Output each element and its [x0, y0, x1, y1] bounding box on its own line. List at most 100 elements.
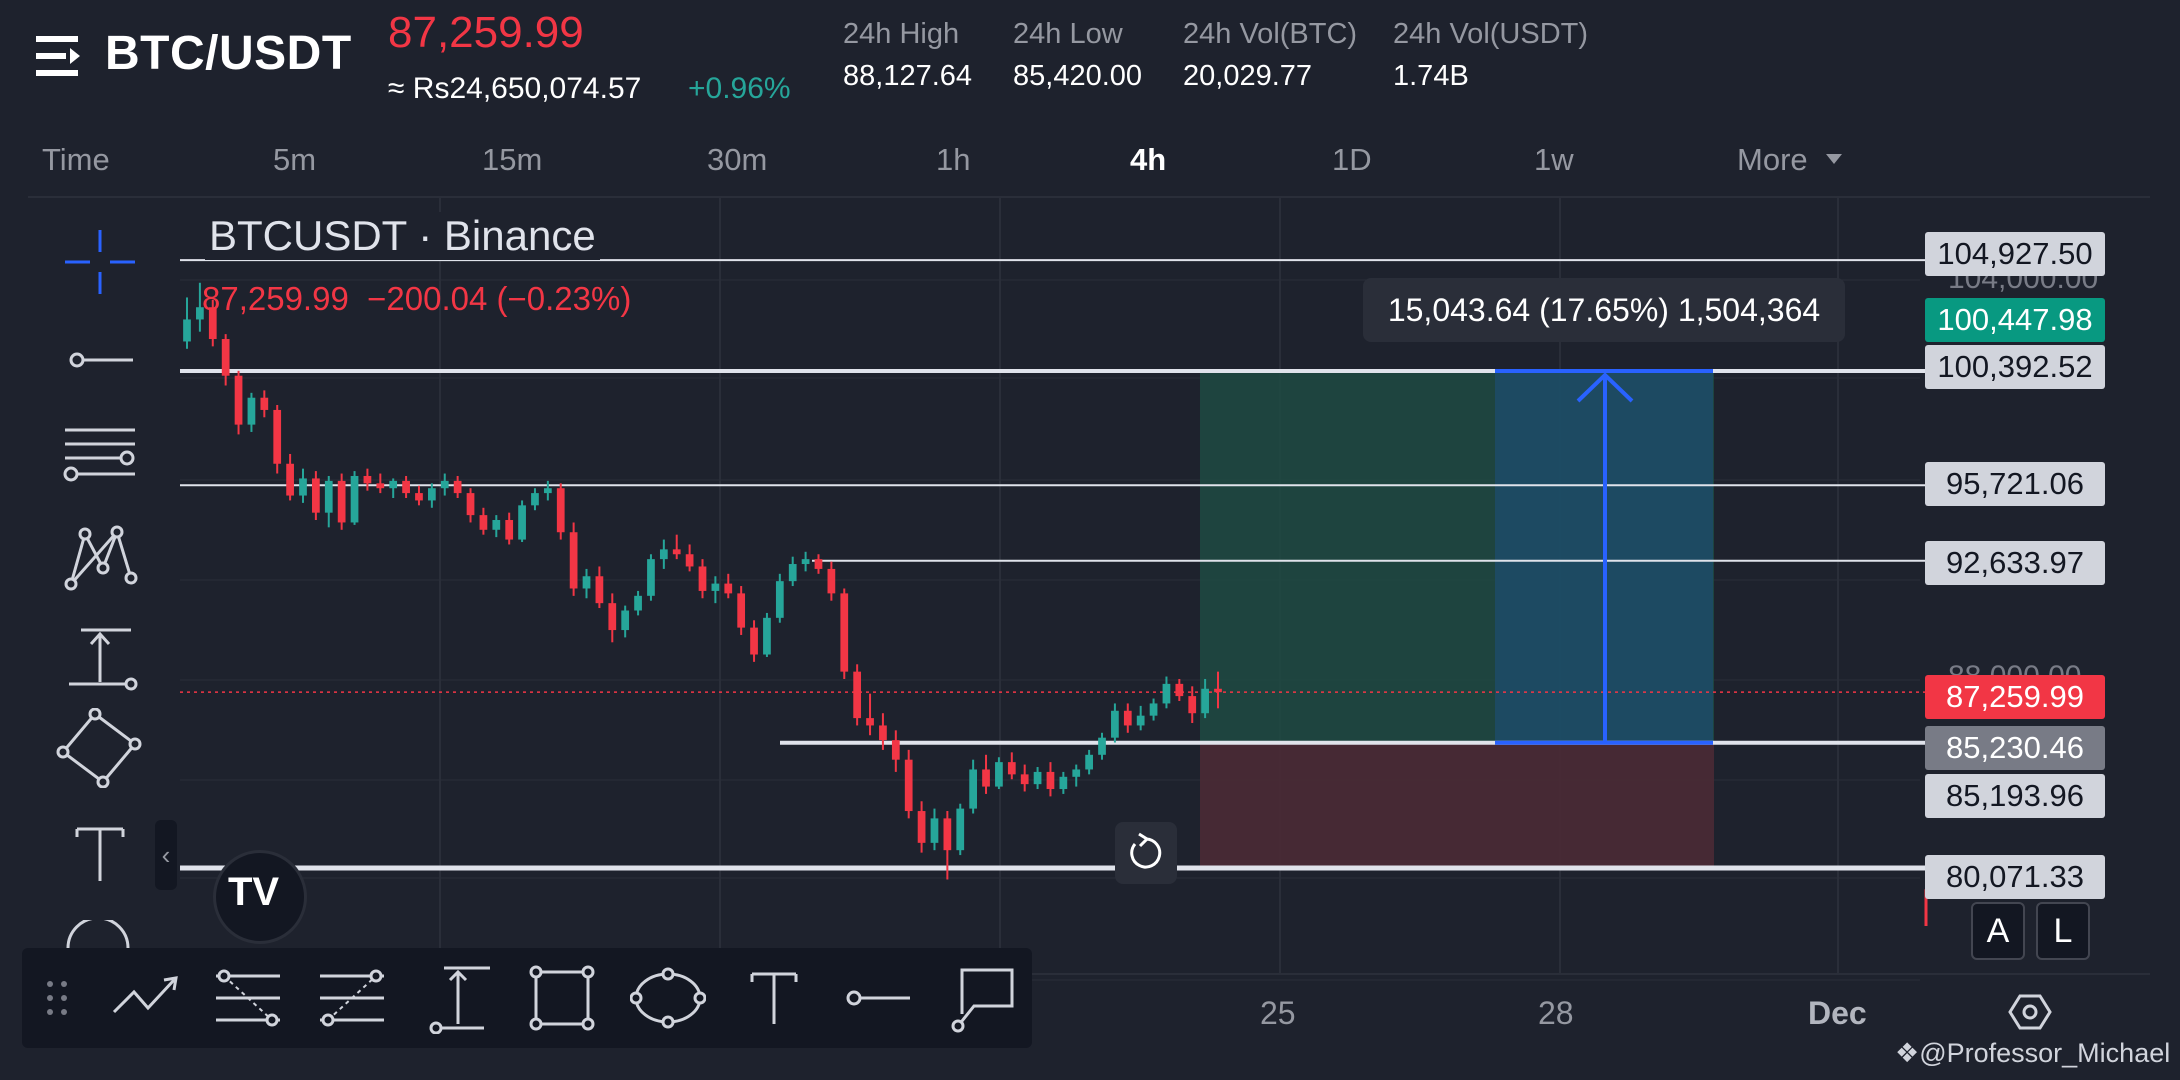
candle-body — [1033, 771, 1042, 785]
candle-body — [1059, 776, 1068, 790]
tab-1d[interactable]: 1D — [1332, 142, 1372, 178]
candle-body — [956, 808, 965, 851]
candle-body — [1123, 710, 1132, 726]
price-label-92633[interactable]: 92,633.97 — [1925, 541, 2105, 585]
candle-body — [427, 488, 436, 501]
candle-body — [1072, 769, 1081, 777]
last-price: 87,259.99 — [388, 8, 584, 57]
candle-body — [724, 583, 733, 594]
settings-icon[interactable] — [2008, 990, 2052, 1034]
drag-handle-icon[interactable] — [44, 978, 70, 1018]
ellipse-icon[interactable] — [630, 962, 706, 1034]
candle-body — [1007, 762, 1016, 775]
candle-body — [917, 811, 926, 843]
date-label: 28 — [1538, 995, 1574, 1031]
change-percent: +0.96% — [688, 72, 791, 105]
candle-body — [647, 559, 655, 596]
emoji-icon[interactable] — [64, 920, 132, 948]
candle-body — [775, 581, 784, 618]
stat-label-low: 24h Low — [1013, 18, 1123, 50]
tab-1w[interactable]: 1w — [1534, 142, 1574, 178]
rotated-rectangle-icon[interactable] — [55, 708, 145, 788]
candle-body — [556, 488, 565, 533]
text-tool-icon[interactable] — [736, 962, 812, 1034]
price-label-85230[interactable]: 85,230.46 — [1925, 726, 2105, 770]
measure-tool-icon[interactable] — [420, 962, 496, 1034]
tab-4h[interactable]: 4h — [1130, 142, 1166, 178]
menu-icon[interactable] — [36, 34, 86, 78]
header: BTC/USDT 87,259.99 ≈ Rs24,650,074.57 +0.… — [0, 0, 2180, 135]
candle-body — [866, 718, 874, 726]
candle-body — [492, 520, 501, 530]
candle-body — [1098, 737, 1106, 755]
price-label-95721[interactable]: 95,721.06 — [1925, 462, 2105, 506]
candle-body — [363, 475, 372, 484]
candle-body — [1214, 688, 1222, 693]
stat-value-vol-usdt: 1.74B — [1393, 60, 1469, 92]
crosshair-icon[interactable] — [55, 222, 145, 302]
date-label: 25 — [1260, 995, 1296, 1031]
rectangle-icon[interactable] — [524, 962, 600, 1034]
horizontal-ray-icon[interactable] — [840, 962, 916, 1034]
candle-body — [969, 769, 978, 809]
stat-label-high: 24h High — [843, 18, 960, 50]
chart-canvas[interactable] — [0, 198, 2180, 1028]
candle-body — [827, 568, 836, 594]
text-icon[interactable] — [55, 815, 145, 895]
candle-body — [389, 480, 398, 489]
candle-body — [814, 559, 823, 569]
candle-body — [402, 480, 410, 494]
price-range-icon[interactable] — [55, 616, 145, 696]
candle-body — [698, 566, 707, 591]
trend-line-tool-icon[interactable] — [108, 962, 184, 1034]
tab-30m[interactable]: 30m — [707, 142, 767, 178]
fib-extension-icon[interactable] — [314, 962, 390, 1034]
candle-body — [569, 532, 578, 589]
price-label-current[interactable]: 87,259.99 — [1925, 675, 2105, 719]
candle-body — [1111, 710, 1119, 738]
callout-icon[interactable] — [946, 962, 1022, 1034]
collapse-toolbar-button[interactable]: ‹ — [155, 820, 177, 890]
candle-body — [479, 515, 488, 530]
price-label-100392[interactable]: 100,392.52 — [1925, 345, 2105, 389]
fib-channel-icon[interactable] — [210, 962, 286, 1034]
candle-body — [634, 595, 642, 611]
price-label-80071[interactable]: 80,071.33 — [1925, 855, 2105, 899]
log-button[interactable]: L — [2036, 902, 2090, 960]
candle-body — [247, 397, 256, 425]
candle-body — [312, 478, 320, 513]
candle-body — [904, 759, 913, 812]
stat-value-high: 88,127.64 — [843, 60, 973, 92]
alert-button[interactable]: A — [1971, 902, 2025, 960]
candle-body — [299, 478, 307, 496]
tab-more[interactable]: More — [1737, 142, 1808, 178]
price-label-85193[interactable]: 85,193.96 — [1925, 774, 2105, 818]
candle-body — [221, 339, 230, 376]
candle-body — [763, 617, 771, 655]
loss-zone — [1200, 742, 1714, 868]
fib-retracement-icon[interactable] — [55, 412, 145, 492]
candle-body — [788, 564, 797, 582]
candle-body — [621, 610, 630, 631]
candle-body — [879, 725, 887, 741]
timeframe-bar — [0, 135, 2180, 199]
candle-body — [711, 583, 720, 591]
tab-5m[interactable]: 5m — [273, 142, 316, 178]
price-label-104927[interactable]: 104,927.50 — [1925, 232, 2105, 276]
reset-chart-icon[interactable] — [1115, 822, 1177, 884]
tab-1h[interactable]: 1h — [936, 142, 970, 178]
tab-15m[interactable]: 15m — [482, 142, 542, 178]
price-label-100447[interactable]: 100,447.98 — [1925, 298, 2105, 342]
stat-label-vol-usdt: 24h Vol(USDT) — [1393, 18, 1589, 50]
candle-body — [440, 480, 449, 489]
chevron-down-icon[interactable] — [1824, 152, 1844, 166]
candle-body — [1046, 771, 1055, 790]
pair-title[interactable]: BTC/USDT — [105, 26, 352, 81]
candle-body — [891, 740, 900, 760]
trend-line-icon[interactable] — [55, 320, 145, 400]
pattern-icon[interactable] — [55, 518, 145, 598]
tab-time[interactable]: Time — [42, 142, 110, 178]
candle-body — [415, 493, 423, 501]
candle-body — [608, 603, 617, 631]
candle-body — [840, 593, 849, 672]
